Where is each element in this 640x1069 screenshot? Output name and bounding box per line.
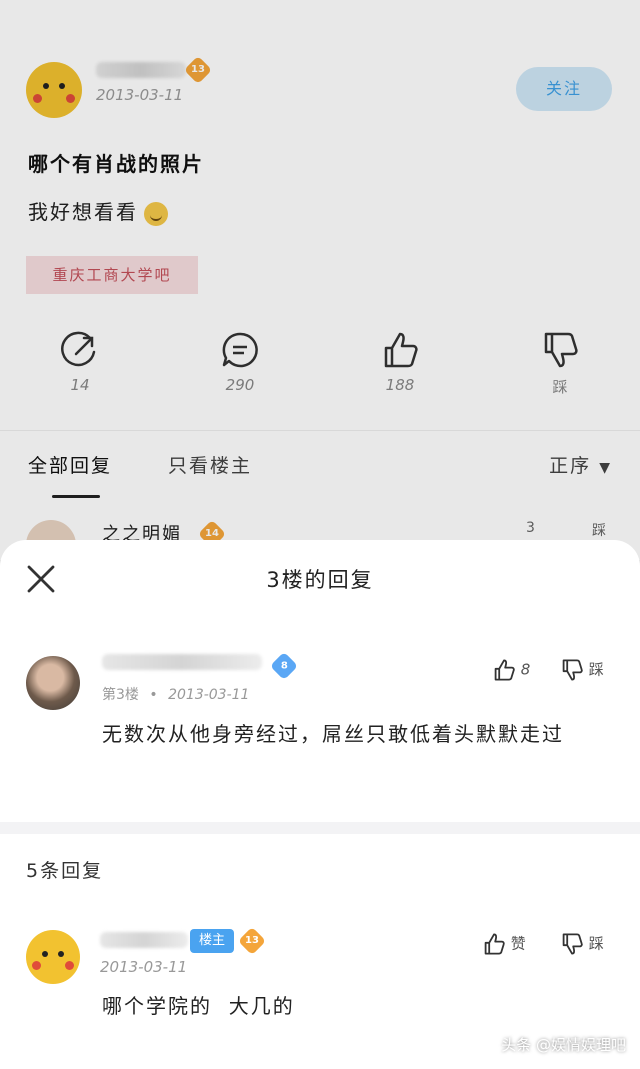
comment-stat[interactable]: 290 xyxy=(200,330,280,394)
post-body: 我好想看看 xyxy=(28,196,168,226)
grin-emoji-icon xyxy=(144,201,168,226)
reply-date: 2013-03-11 xyxy=(168,687,250,703)
post-date: 2013-03-11 xyxy=(96,86,184,104)
op-level-badge: 13 xyxy=(237,926,267,956)
reply-dislike-label: 踩 xyxy=(588,660,604,679)
sub-reply-dislike-label: 踩 xyxy=(588,934,604,953)
section-divider xyxy=(0,822,640,834)
peek-dislike[interactable]: 踩 xyxy=(592,520,606,540)
floor-reply: 8 第3楼 • 2013-03-11 8 踩 无数次从他身旁经过，屌丝只敢低着头… xyxy=(0,618,640,822)
reply-count: 5条回复 xyxy=(26,860,104,882)
active-tab-indicator xyxy=(52,495,100,498)
poster-level-badge: 13 xyxy=(183,55,213,85)
reply-tabs: 全部回复 只看楼主 正序 ▼ xyxy=(0,430,640,510)
chevron-down-icon: ▼ xyxy=(599,460,612,476)
share-icon xyxy=(61,331,96,367)
sheet-title: 3楼的回复 xyxy=(266,568,374,592)
thumbs-down-icon xyxy=(562,659,583,681)
reply-meta: 第3楼 • 2013-03-11 xyxy=(102,687,250,703)
op-badge: 楼主 xyxy=(190,929,234,953)
watermark: 头条 @娱情娱理吧 xyxy=(501,1036,626,1054)
sub-reply-dislike-button[interactable]: 踩 xyxy=(560,932,604,956)
post-title: 哪个有肖战的照片 xyxy=(28,152,204,176)
sheet-header: 3楼的回复 xyxy=(0,540,640,618)
reply-text: 无数次从他身旁经过，屌丝只敢低着头默默走过 xyxy=(102,722,564,746)
replier-username-blurred xyxy=(102,654,262,670)
forum-tag[interactable]: 重庆工商大学吧 xyxy=(26,256,198,294)
poster-avatar[interactable] xyxy=(26,62,82,118)
sub-reply-like-label: 赞 xyxy=(510,934,526,953)
post-background: 13 2013-03-11 关注 哪个有肖战的照片 我好想看看 重庆工商大学吧 … xyxy=(0,0,640,570)
op-username-blurred xyxy=(100,932,188,948)
poster-username-blurred xyxy=(96,62,186,78)
comment-icon xyxy=(222,332,258,368)
sub-reply-date: 2013-03-11 xyxy=(100,958,188,976)
thumbs-down-icon xyxy=(562,933,583,955)
thumbs-up-icon xyxy=(494,659,515,681)
sub-reply-like-button[interactable]: 赞 xyxy=(482,932,526,956)
sort-dropdown[interactable]: 正序 ▼ xyxy=(549,451,612,478)
like-stat[interactable]: 188 xyxy=(360,330,440,394)
thumbs-up-icon xyxy=(384,332,418,368)
replier-avatar[interactable] xyxy=(26,656,80,710)
thumbs-up-icon xyxy=(484,933,505,955)
reply-dislike-button[interactable]: 踩 xyxy=(560,658,604,682)
like-count: 188 xyxy=(385,376,415,394)
sub-reply-text: 哪个学院的 大几的 xyxy=(102,994,295,1018)
dislike-label: 踩 xyxy=(552,378,568,396)
comment-count: 290 xyxy=(225,376,255,394)
op-avatar[interactable] xyxy=(26,930,80,984)
reply-like-button[interactable]: 8 xyxy=(492,658,530,682)
floor-number: 第3楼 xyxy=(102,687,139,703)
follow-button[interactable]: 关注 xyxy=(516,67,612,111)
share-stat[interactable]: 14 xyxy=(40,330,120,394)
peek-like-count[interactable]: 3 xyxy=(526,520,535,536)
reply-like-count: 8 xyxy=(520,660,531,679)
thumbs-down-icon xyxy=(544,332,578,368)
tab-op-only[interactable]: 只看楼主 xyxy=(168,451,252,478)
dislike-stat[interactable]: 踩 xyxy=(520,330,600,397)
reply-sheet: 3楼的回复 8 第3楼 • 2013-03-11 8 踩 无数次从他身旁经过，屌… xyxy=(0,540,640,1069)
tab-all-replies[interactable]: 全部回复 xyxy=(28,451,112,478)
replier-level-badge: 8 xyxy=(269,651,299,681)
share-count: 14 xyxy=(70,376,90,394)
